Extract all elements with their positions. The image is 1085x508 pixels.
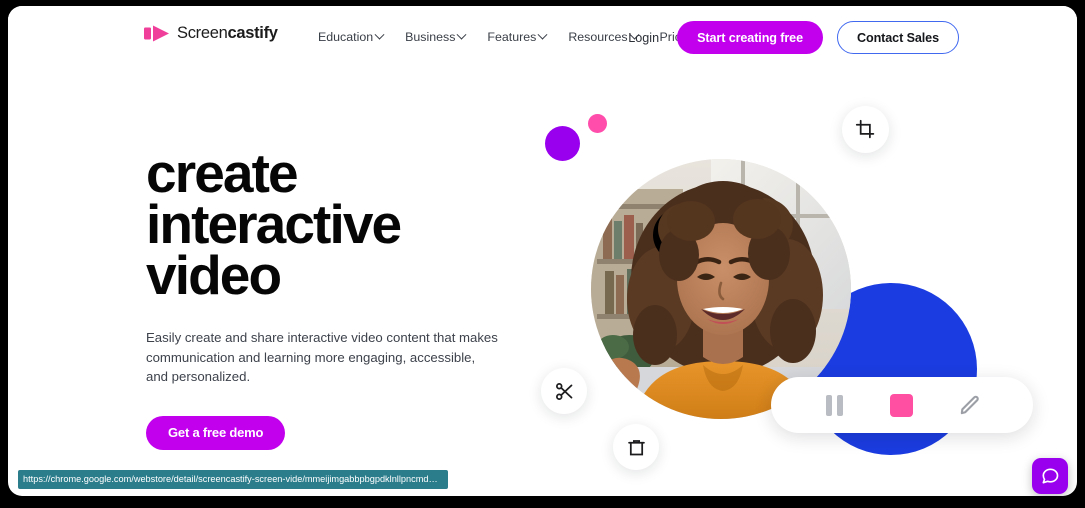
chevron-down-icon [456, 29, 467, 40]
browser-page: Screencastify Education Business Feature… [8, 6, 1077, 496]
pause-icon [826, 394, 844, 416]
pause-recording-button[interactable] [818, 388, 852, 422]
browser-status-url: https://chrome.google.com/webstore/detai… [18, 470, 448, 489]
chat-bubble-icon [1042, 468, 1059, 484]
nav-item-education[interactable]: Education [318, 29, 385, 44]
brand-name: Screencastify [177, 24, 278, 43]
trash-icon [627, 439, 645, 455]
crop-icon [855, 119, 875, 139]
nav-item-features[interactable]: Features [487, 29, 548, 44]
nav-item-label: Education [318, 30, 374, 44]
login-link[interactable]: Login [628, 31, 659, 45]
pencil-icon [960, 395, 979, 414]
brand-name-bold: castify [227, 24, 278, 42]
chevron-down-icon [374, 29, 385, 40]
brand-logo[interactable]: Screencastify [144, 24, 278, 43]
site-header: Screencastify Education Business Feature… [8, 6, 1077, 70]
nav-item-resources[interactable]: Resources [568, 29, 639, 44]
recorder-toolbar [771, 377, 1033, 433]
play-mark-icon [144, 25, 169, 42]
scissors-icon [555, 382, 572, 400]
stop-icon [890, 393, 914, 417]
decorative-pink-dot [588, 114, 607, 133]
start-creating-free-button[interactable]: Start creating free [677, 21, 823, 54]
cut-tool-button[interactable] [541, 368, 587, 414]
stop-recording-button[interactable] [885, 388, 919, 422]
hero-visual [8, 6, 1077, 496]
delete-tool-button[interactable] [613, 424, 659, 470]
brand-name-light: Screen [177, 24, 228, 42]
crop-tool-button[interactable] [842, 106, 889, 153]
nav-item-label: Resources [568, 30, 628, 44]
chevron-down-icon [537, 29, 548, 40]
chat-launcher-button[interactable] [1032, 458, 1068, 494]
nav-item-label: Features [487, 30, 537, 44]
contact-sales-button[interactable]: Contact Sales [837, 21, 959, 54]
nav-item-label: Business [405, 30, 456, 44]
decorative-purple-dot [545, 126, 580, 161]
nav-item-business[interactable]: Business [405, 29, 467, 44]
header-actions: Login Start creating free Contact Sales [628, 21, 959, 54]
draw-tool-button[interactable] [952, 388, 986, 422]
